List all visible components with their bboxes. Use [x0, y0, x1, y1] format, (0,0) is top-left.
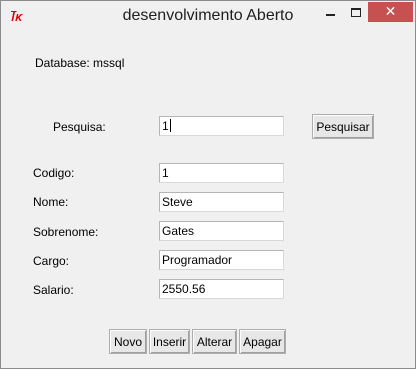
nome-label: Nome:: [33, 195, 69, 209]
novo-button[interactable]: Novo: [109, 329, 147, 354]
apagar-button[interactable]: Apagar: [239, 329, 286, 354]
text-cursor: [169, 119, 171, 132]
search-label: Pesquisa:: [53, 120, 106, 134]
sobrenome-field[interactable]: Gates: [159, 221, 284, 241]
salario-label: Salario:: [33, 283, 74, 297]
maximize-icon: [350, 7, 361, 17]
app-window: desenvolvimento Aberto ✕ Database: mssql…: [0, 0, 416, 369]
search-input-value: 1: [162, 119, 169, 133]
title-bar[interactable]: desenvolvimento Aberto ✕: [1, 1, 415, 32]
close-icon: ✕: [384, 4, 397, 20]
search-input[interactable]: 1: [159, 116, 284, 136]
alterar-button[interactable]: Alterar: [192, 329, 237, 354]
cargo-field[interactable]: Programador: [159, 250, 284, 270]
form-area: Database: mssql Pesquisa: 1 Pesquisar Co…: [9, 32, 407, 362]
search-button[interactable]: Pesquisar: [312, 114, 374, 139]
minimize-button[interactable]: [317, 2, 343, 22]
codigo-label: Codigo:: [33, 166, 75, 180]
sobrenome-label: Sobrenome:: [33, 225, 99, 239]
close-button[interactable]: ✕: [368, 2, 413, 22]
minimize-icon: [325, 14, 335, 16]
maximize-button[interactable]: [343, 2, 368, 22]
database-label: Database: mssql: [35, 56, 125, 70]
cargo-label: Cargo:: [33, 254, 70, 268]
nome-field[interactable]: Steve: [159, 192, 284, 212]
salario-field[interactable]: 2550.56: [159, 279, 284, 299]
codigo-field[interactable]: 1: [159, 163, 284, 183]
inserir-button[interactable]: Inserir: [149, 329, 190, 354]
